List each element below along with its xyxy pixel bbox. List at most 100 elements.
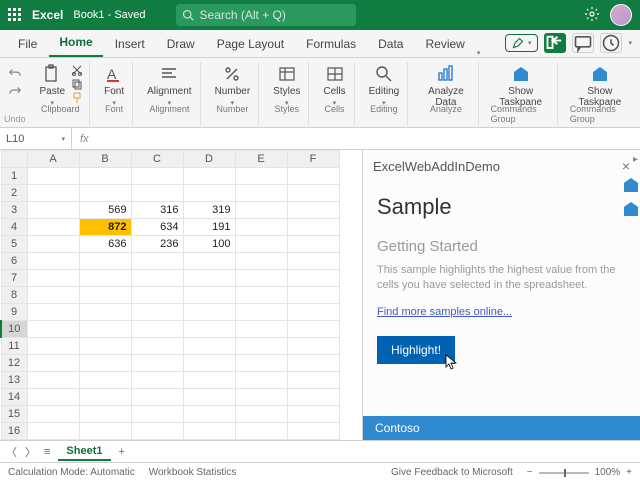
name-box[interactable]: L10▾ [0, 128, 72, 149]
tab-formulas[interactable]: Formulas [296, 32, 366, 57]
cell[interactable] [235, 219, 287, 236]
cell[interactable] [287, 202, 339, 219]
column-header[interactable]: D [183, 151, 235, 168]
number-button[interactable]: Number▾ [213, 64, 253, 107]
cell[interactable] [183, 168, 235, 185]
editing-mode-button[interactable]: ▾ [505, 34, 539, 52]
cell[interactable] [27, 185, 79, 202]
cell[interactable] [287, 440, 339, 441]
cell[interactable] [27, 321, 79, 338]
cell[interactable] [287, 236, 339, 253]
spreadsheet-grid[interactable]: ABCDEF1235693163194872634191563623610067… [0, 150, 362, 440]
cell[interactable] [235, 423, 287, 440]
cell[interactable]: 191 [183, 219, 235, 236]
close-icon[interactable]: × [622, 158, 630, 174]
avatar[interactable] [610, 4, 632, 26]
cell[interactable] [79, 253, 131, 270]
tab-data[interactable]: Data [368, 32, 413, 57]
cell[interactable] [183, 321, 235, 338]
cell[interactable] [27, 355, 79, 372]
cell[interactable] [287, 287, 339, 304]
cell[interactable] [287, 253, 339, 270]
cell[interactable] [287, 219, 339, 236]
tab-page-layout[interactable]: Page Layout [207, 32, 294, 57]
cut-icon[interactable] [71, 64, 83, 76]
cell[interactable]: 872 [79, 219, 131, 236]
highlight-button[interactable]: Highlight! [377, 336, 455, 364]
cell[interactable] [235, 304, 287, 321]
cell[interactable] [235, 321, 287, 338]
row-header[interactable]: 1 [1, 168, 27, 185]
cell[interactable] [131, 406, 183, 423]
cell[interactable] [79, 355, 131, 372]
editing-button[interactable]: Editing▾ [367, 64, 402, 107]
row-header[interactable]: 3 [1, 202, 27, 219]
cell[interactable] [235, 372, 287, 389]
cell[interactable] [235, 338, 287, 355]
cell[interactable] [79, 185, 131, 202]
cell[interactable] [235, 168, 287, 185]
row-header[interactable]: 2 [1, 185, 27, 202]
cell[interactable] [131, 270, 183, 287]
tab-insert[interactable]: Insert [105, 32, 155, 57]
cell[interactable] [27, 338, 79, 355]
row-header[interactable]: 16 [1, 423, 27, 440]
cell[interactable] [131, 287, 183, 304]
cell[interactable] [131, 355, 183, 372]
copy-icon[interactable] [71, 78, 83, 90]
cell[interactable] [235, 185, 287, 202]
cell[interactable] [79, 287, 131, 304]
cell[interactable] [235, 236, 287, 253]
cell[interactable] [27, 202, 79, 219]
row-header[interactable]: 12 [1, 355, 27, 372]
share-button[interactable] [544, 33, 566, 53]
comments-button[interactable] [572, 33, 594, 53]
cell[interactable] [183, 440, 235, 441]
cell[interactable] [183, 185, 235, 202]
row-header[interactable]: 10 [1, 321, 27, 338]
paste-button[interactable]: Paste▾ [38, 64, 68, 107]
cell[interactable] [287, 406, 339, 423]
cell[interactable]: 569 [79, 202, 131, 219]
cell[interactable] [27, 389, 79, 406]
document-name[interactable]: Book1 - Saved [73, 9, 145, 21]
cell[interactable] [79, 372, 131, 389]
cell[interactable] [79, 168, 131, 185]
cell[interactable] [27, 253, 79, 270]
cell[interactable] [79, 389, 131, 406]
undo-icon[interactable] [8, 66, 22, 80]
zoom-out-button[interactable]: − [527, 467, 533, 478]
row-header[interactable]: 4 [1, 219, 27, 236]
cell[interactable] [27, 270, 79, 287]
cell[interactable] [27, 372, 79, 389]
cell[interactable] [287, 185, 339, 202]
zoom-control[interactable]: − 100% + [527, 467, 632, 478]
column-header[interactable]: B [79, 151, 131, 168]
cell[interactable] [131, 253, 183, 270]
cell[interactable] [131, 423, 183, 440]
row-header[interactable]: 7 [1, 270, 27, 287]
cell[interactable]: 634 [131, 219, 183, 236]
cell[interactable] [131, 168, 183, 185]
row-header[interactable]: 11 [1, 338, 27, 355]
cell[interactable]: 100 [183, 236, 235, 253]
cell[interactable] [79, 338, 131, 355]
cell[interactable] [131, 389, 183, 406]
redo-icon[interactable] [8, 84, 22, 98]
catchup-button[interactable] [600, 33, 622, 53]
cell[interactable] [131, 304, 183, 321]
fx-label[interactable]: fx [72, 133, 97, 145]
settings-button[interactable] [584, 6, 600, 25]
styles-button[interactable]: Styles▾ [271, 64, 302, 107]
addin-icon[interactable] [624, 202, 638, 216]
cell[interactable] [287, 338, 339, 355]
tab-home[interactable]: Home [49, 30, 102, 57]
cell[interactable] [183, 253, 235, 270]
search-input[interactable]: Search (Alt + Q) [176, 4, 356, 26]
alignment-button[interactable]: Alignment▾ [145, 64, 193, 107]
tab-review[interactable]: Review [415, 32, 474, 57]
cell[interactable] [79, 321, 131, 338]
sheet-nav-prev[interactable]: 〉 [25, 444, 36, 460]
cell[interactable]: 319 [183, 202, 235, 219]
cell[interactable] [183, 287, 235, 304]
